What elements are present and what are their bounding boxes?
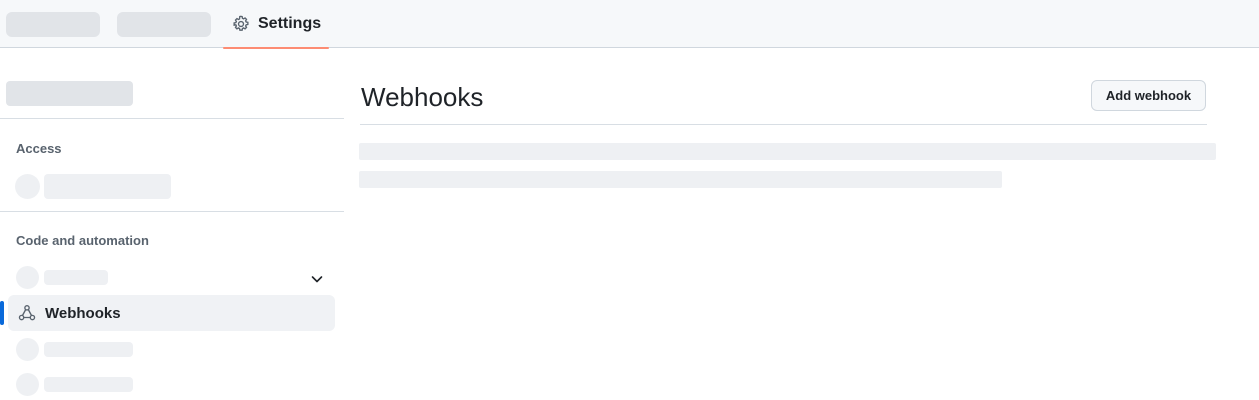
sidebar-title-placeholder	[6, 81, 133, 106]
sidebar-item-label: Webhooks	[45, 304, 121, 322]
repo-header: Settings	[0, 0, 1259, 49]
tab-selected-underline	[223, 47, 329, 49]
active-indicator	[0, 301, 4, 325]
content-loading-placeholder	[359, 171, 1002, 188]
gear-icon	[232, 15, 250, 33]
nav-item-icon-placeholder	[16, 373, 39, 396]
sidebar-divider	[0, 118, 344, 119]
sidebar-item-webhooks[interactable]: Webhooks	[0, 295, 335, 331]
tab-settings-label: Settings	[258, 15, 322, 32]
nav-item-placeholder[interactable]	[44, 270, 108, 285]
nav-item-placeholder[interactable]	[44, 174, 171, 199]
page-title: Webhooks	[361, 82, 484, 112]
section-heading-access: Access	[16, 141, 62, 156]
nav-item-icon-placeholder	[15, 174, 40, 199]
chevron-down-icon[interactable]	[309, 271, 325, 287]
sidebar-divider	[0, 211, 344, 212]
webhook-icon	[18, 304, 36, 322]
nav-item-placeholder[interactable]	[44, 342, 133, 357]
tab-settings[interactable]: Settings	[223, 0, 329, 49]
nav-item-placeholder[interactable]	[44, 377, 133, 392]
title-divider	[360, 124, 1207, 125]
add-webhook-button[interactable]: Add webhook	[1091, 80, 1206, 111]
nav-item-icon-placeholder	[16, 266, 39, 289]
section-heading-code-automation: Code and automation	[16, 233, 149, 248]
content-loading-placeholder	[359, 143, 1216, 160]
tab-placeholder[interactable]	[117, 12, 211, 37]
tab-placeholder[interactable]	[6, 12, 100, 37]
nav-item-icon-placeholder	[16, 338, 39, 361]
